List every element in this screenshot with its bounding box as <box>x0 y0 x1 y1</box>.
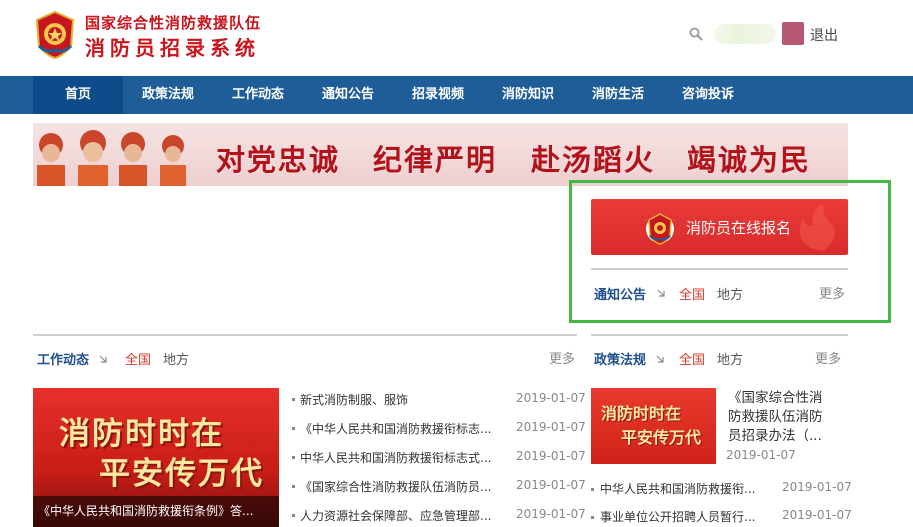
work-news-more-link[interactable]: 更多 <box>549 348 575 367</box>
policy-tab-local[interactable]: 地方 <box>717 349 743 368</box>
policy-item-1[interactable]: 中华人民共和国消防救援衔... <box>600 480 755 497</box>
user-name-blurred <box>714 24 776 44</box>
corner-arrow-icon <box>656 355 664 363</box>
policy-image-slogan-1: 消防时时在 <box>601 404 682 423</box>
policy-date-2: 2019-01-07 <box>782 508 852 522</box>
work-news-date-1: 2019-01-07 <box>516 391 586 405</box>
online-registration-label[interactable]: 消防员在线报名 <box>686 217 791 238</box>
search-icon[interactable] <box>689 27 703 41</box>
policy-featured-date: 2019-01-07 <box>726 448 796 462</box>
work-news-date-5: 2019-01-07 <box>516 507 586 521</box>
main-nav: 首页 政策法规 工作动态 通知公告 招录视频 消防知识 消防生活 咨询投诉 <box>0 76 913 114</box>
work-news-date-4: 2019-01-07 <box>516 478 586 492</box>
work-news-date-2: 2019-01-07 <box>516 420 586 434</box>
list-bullet <box>292 514 295 517</box>
banner-slogan-1: 对党忠诚 <box>216 143 341 177</box>
banner-slogan-3: 赴汤蹈火 <box>531 143 656 177</box>
work-news-tab-local[interactable]: 地方 <box>163 349 189 368</box>
slogan-banner: 对党忠诚 纪律严明 赴汤蹈火 竭诚为民 <box>33 123 848 186</box>
policy-date-1: 2019-01-07 <box>782 480 852 494</box>
policy-featured-title-line-3[interactable]: 员招录办法（... <box>728 427 822 446</box>
policy-featured-title-line-1[interactable]: 《国家综合性消 <box>728 389 823 408</box>
nav-item-life[interactable]: 消防生活 <box>578 76 658 114</box>
work-news-item-5[interactable]: 人力资源社会保障部、应急管理部... <box>300 507 491 524</box>
nav-item-complaints[interactable]: 咨询投诉 <box>668 76 748 114</box>
logout-link[interactable]: 退出 <box>810 25 838 45</box>
news-image-caption[interactable]: 《中华人民共和国消防救援衔条例》答... <box>38 502 253 519</box>
policy-item-2[interactable]: 事业单位公开招聘人员暂行... <box>600 508 755 525</box>
nav-item-home[interactable]: 首页 <box>33 76 123 114</box>
notices-more-link[interactable]: 更多 <box>819 283 845 302</box>
corner-arrow-icon <box>657 289 665 297</box>
policy-more-link[interactable]: 更多 <box>815 348 841 367</box>
policy-divider <box>591 334 848 336</box>
policy-featured-title-line-2[interactable]: 防救援队伍消防 <box>728 408 823 427</box>
nav-item-knowledge[interactable]: 消防知识 <box>488 76 568 114</box>
site-title-line-1: 国家综合性消防救援队伍 <box>85 14 262 32</box>
notices-title[interactable]: 通知公告 <box>594 284 646 303</box>
fire-rescue-badge-icon <box>646 213 674 245</box>
banner-slogan-4: 竭诚为民 <box>687 143 812 177</box>
firefighters-illustration <box>37 130 186 186</box>
list-bullet <box>591 488 594 491</box>
news-image-slogan-2: 平安传万代 <box>99 456 264 492</box>
list-bullet <box>292 398 295 401</box>
work-news-item-4[interactable]: 《国家综合性消防救援队伍消防员... <box>300 478 491 495</box>
fire-rescue-emblem-icon[interactable] <box>33 10 77 60</box>
work-news-date-3: 2019-01-07 <box>516 449 586 463</box>
nav-item-videos[interactable]: 招录视频 <box>398 76 478 114</box>
user-avatar[interactable] <box>782 22 804 45</box>
policy-image-slogan-2: 平安传万代 <box>621 428 702 447</box>
policy-feature-image[interactable]: 消防时时在 平安传万代 <box>591 388 716 464</box>
news-image-slogan-1: 消防时时在 <box>59 416 224 452</box>
list-bullet <box>292 485 295 488</box>
policy-tab-national[interactable]: 全国 <box>679 349 705 368</box>
work-news-item-2[interactable]: 《中华人民共和国消防救援衔标志... <box>300 420 491 437</box>
corner-arrow-icon <box>99 355 107 363</box>
work-news-item-3[interactable]: 中华人民共和国消防救援衔标志式... <box>300 449 491 466</box>
list-bullet <box>292 427 295 430</box>
list-bullet <box>292 456 295 459</box>
work-news-title[interactable]: 工作动态 <box>37 349 89 368</box>
policy-title[interactable]: 政策法规 <box>594 349 646 368</box>
nav-item-notices[interactable]: 通知公告 <box>308 76 388 114</box>
work-news-divider <box>33 334 577 336</box>
work-news-item-1[interactable]: 新式消防制服、服饰 <box>300 391 408 408</box>
notices-tab-national[interactable]: 全国 <box>679 284 705 303</box>
banner-slogan-2: 纪律严明 <box>373 143 498 177</box>
site-title-line-2: 消防员招录系统 <box>85 36 260 60</box>
notices-divider <box>591 268 848 270</box>
notices-tab-local[interactable]: 地方 <box>717 284 743 303</box>
nav-item-work-news[interactable]: 工作动态 <box>218 76 298 114</box>
list-bullet <box>591 516 594 519</box>
nav-item-policy[interactable]: 政策法规 <box>128 76 208 114</box>
site-header: 国家综合性消防救援队伍 消防员招录系统 退出 <box>0 0 913 76</box>
work-news-tab-national[interactable]: 全国 <box>125 349 151 368</box>
